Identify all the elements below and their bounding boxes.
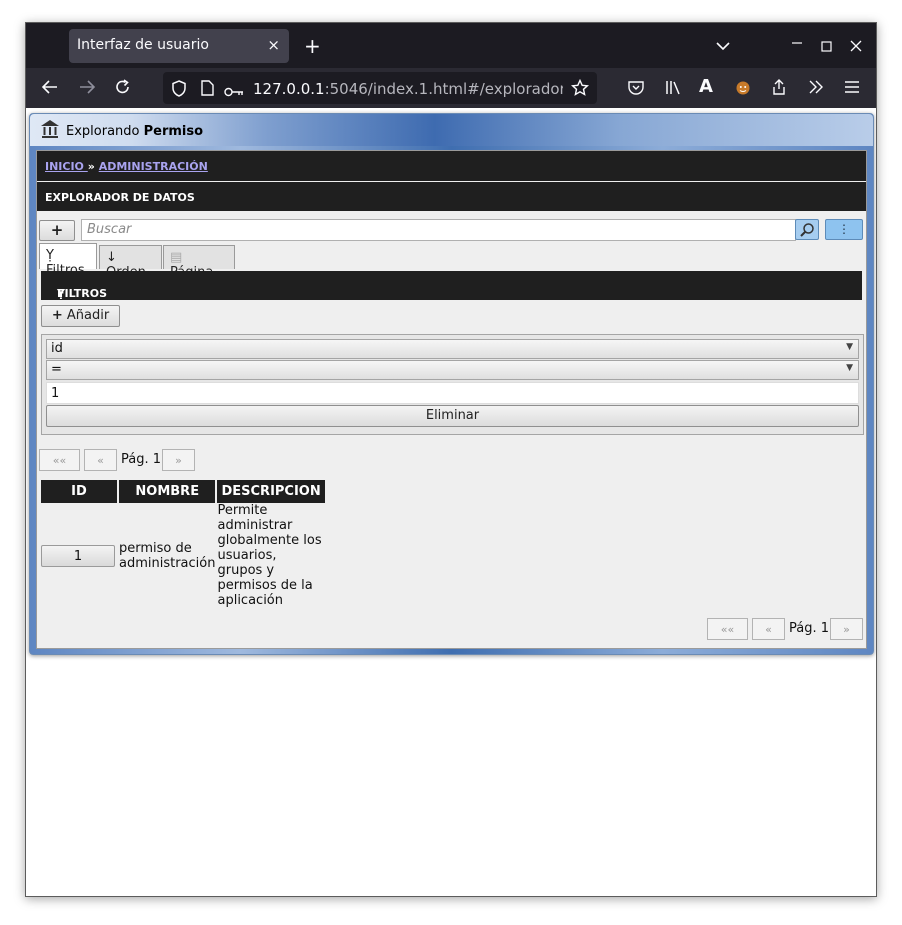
first-page-button[interactable]: ««: [39, 449, 80, 471]
navigation-bar: 127.0.0.1:5046/index.1.html#/explorador/…: [26, 68, 876, 108]
window-header: Explorando Permiso: [30, 114, 873, 146]
page-icon: ▤: [170, 250, 183, 265]
next-page-button[interactable]: »: [162, 449, 195, 471]
filters-panel-title: FILTROS: [57, 287, 108, 300]
extension-avatar-icon[interactable]: [735, 79, 751, 99]
prev-page-button[interactable]: «: [752, 618, 785, 640]
search-button[interactable]: [795, 219, 819, 240]
plus-icon: +: [51, 308, 63, 323]
pocket-icon[interactable]: [628, 80, 644, 99]
key-icon[interactable]: [224, 83, 244, 101]
maximize-icon[interactable]: [821, 38, 832, 56]
tab-close-icon[interactable]: ×: [267, 36, 280, 54]
page-content: Explorando Permiso INICIO » ADMINISTRACI…: [26, 108, 876, 896]
filter-icon: Ỵ: [46, 248, 54, 263]
breadcrumb-separator: »: [87, 160, 95, 173]
tab-list-icon[interactable]: [716, 37, 730, 55]
filters-panel-header: Ỵ FILTROS: [41, 271, 862, 300]
row-descripcion-cell: Permite administrar globalmente los usua…: [217, 503, 322, 608]
search-input[interactable]: Buscar: [81, 219, 796, 241]
forward-icon[interactable]: [78, 79, 96, 99]
explorer-body: INICIO » ADMINISTRACIÓN EXPLORADOR DE DA…: [36, 150, 867, 649]
pager-bottom: «« « Pág. 1 »: [707, 618, 867, 640]
back-icon[interactable]: [41, 79, 59, 99]
breadcrumb-home-link[interactable]: INICIO: [45, 160, 88, 173]
sort-arrow-icon: ↓: [106, 250, 117, 265]
pager-top: «« « Pág. 1 »: [39, 449, 239, 471]
next-page-button[interactable]: »: [830, 618, 863, 640]
filter-field-select[interactable]: id ▼: [46, 339, 859, 359]
explorer-window: Explorando Permiso INICIO » ADMINISTRACI…: [29, 113, 874, 655]
column-header-nombre[interactable]: NOMBRE: [119, 480, 216, 503]
hamburger-menu-icon[interactable]: [844, 80, 860, 98]
explorer-tabs: Ỵ Filtros ↓ Orden ▤ Página: [39, 243, 864, 280]
page-icon[interactable]: [201, 80, 214, 100]
prev-page-button[interactable]: «: [84, 449, 117, 471]
column-header-descripcion[interactable]: DESCRIPCION: [217, 480, 325, 503]
tab-order[interactable]: ↓ Orden: [99, 245, 162, 280]
share-icon[interactable]: [771, 78, 787, 100]
dropdown-arrow-icon: ▼: [846, 363, 853, 373]
first-page-button[interactable]: ««: [707, 618, 748, 640]
tab-bar: Interfaz de usuario × +: [26, 23, 876, 68]
library-icon[interactable]: [665, 79, 681, 99]
bookmark-star-icon[interactable]: [570, 78, 590, 101]
close-window-icon[interactable]: [850, 38, 862, 56]
new-tab-button[interactable]: +: [304, 36, 321, 56]
reload-icon[interactable]: [114, 78, 132, 100]
reader-font-icon[interactable]: A: [699, 78, 713, 96]
options-menu-button[interactable]: ⋮: [825, 219, 863, 240]
row-nombre-cell: permiso de administración: [119, 540, 216, 571]
magnifier-icon: [800, 223, 814, 237]
section-title: EXPLORADOR DE DATOS: [45, 191, 195, 204]
minimize-icon[interactable]: [791, 35, 803, 53]
browser-tab[interactable]: Interfaz de usuario ×: [69, 29, 289, 63]
column-header-id[interactable]: ID: [41, 480, 117, 503]
browser-window: Interfaz de usuario × + 127.0.0.1:5046/i…: [25, 22, 877, 897]
page-indicator: Pág. 1: [121, 452, 162, 467]
tab-page[interactable]: ▤ Página: [163, 245, 235, 280]
tab-filters[interactable]: Ỵ Filtros: [39, 243, 97, 278]
section-header: EXPLORADOR DE DATOS: [37, 182, 866, 211]
add-record-button[interactable]: +: [39, 220, 75, 241]
shield-icon[interactable]: [171, 80, 187, 101]
url-bar[interactable]: 127.0.0.1:5046/index.1.html#/explorador/…: [163, 72, 597, 104]
table-row: 1 permiso de administración Permite admi…: [41, 503, 325, 608]
breadcrumb-admin-link[interactable]: ADMINISTRACIÓN: [99, 160, 208, 173]
overflow-chevrons-icon[interactable]: [808, 80, 824, 98]
results-table: ID NOMBRE DESCRIPCION 1 permiso de admin…: [39, 480, 327, 608]
filter-operator-select[interactable]: = ▼: [46, 360, 859, 380]
row-id-button[interactable]: 1: [41, 544, 115, 567]
add-filter-button[interactable]: + Añadir: [41, 305, 120, 327]
window-title: Explorando Permiso: [66, 124, 204, 139]
tab-title: Interfaz de usuario: [77, 37, 209, 53]
url-text[interactable]: 127.0.0.1:5046/index.1.html#/explorador/…: [253, 80, 563, 98]
add-filter-label: Añadir: [66, 308, 110, 323]
filter-row: id ▼ = ▼ 1 Eliminar: [41, 334, 864, 435]
dropdown-arrow-icon: ▼: [846, 342, 853, 352]
page-indicator: Pág. 1: [789, 621, 830, 636]
breadcrumb: INICIO » ADMINISTRACIÓN: [37, 151, 866, 181]
table-header-row: ID NOMBRE DESCRIPCION: [41, 480, 325, 503]
bank-icon: [40, 119, 60, 144]
filter-value-input[interactable]: 1: [46, 382, 859, 404]
remove-filter-button[interactable]: Eliminar: [46, 405, 859, 427]
